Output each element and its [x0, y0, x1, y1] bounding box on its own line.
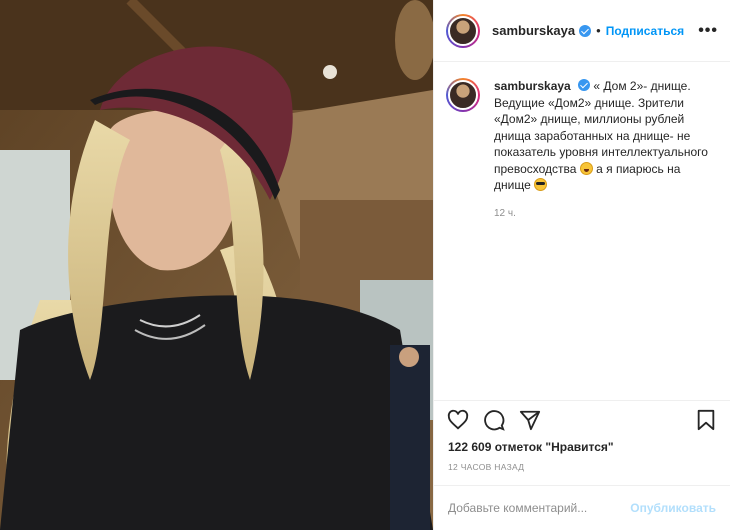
heart-icon[interactable] [446, 408, 470, 432]
author-avatar[interactable] [446, 13, 480, 48]
caption-text: samburskaya « Дом 2»- днище. Ведущие «До… [494, 78, 714, 222]
post-photo[interactable] [0, 0, 433, 530]
sunglasses-emoji-icon [534, 178, 548, 191]
likes-count[interactable]: 122 609 отметок "Нравится" [448, 440, 614, 454]
post-header: samburskaya • Подписаться ••• [434, 0, 730, 62]
laughing-emoji-icon [579, 161, 593, 175]
caption-username[interactable]: samburskaya [494, 79, 571, 93]
verified-badge-icon [579, 24, 592, 37]
comment-icon[interactable] [482, 408, 506, 432]
more-options-icon[interactable]: ••• [698, 22, 718, 40]
caption-avatar[interactable] [446, 78, 480, 112]
author-username[interactable]: samburskaya [492, 23, 575, 38]
separator-dot: • [596, 23, 601, 38]
posted-time[interactable]: 12 ЧАСОВ НАЗАД [448, 462, 524, 472]
follow-button[interactable]: Подписаться [606, 24, 684, 38]
action-bar [434, 400, 730, 438]
post-photo-illustration [0, 0, 433, 530]
share-icon[interactable] [518, 408, 542, 432]
caption-verified-badge-icon [578, 79, 591, 91]
publish-button[interactable]: Опубликовать [630, 501, 716, 515]
comment-bar: Опубликовать [434, 485, 730, 530]
comment-input[interactable] [448, 501, 631, 515]
caption-block: samburskaya « Дом 2»- днище. Ведущие «До… [434, 62, 730, 222]
bookmark-icon[interactable] [694, 408, 718, 432]
post-panel: samburskaya • Подписаться ••• samburskay… [433, 0, 730, 530]
caption-timestamp[interactable]: 12 ч. [494, 206, 714, 223]
